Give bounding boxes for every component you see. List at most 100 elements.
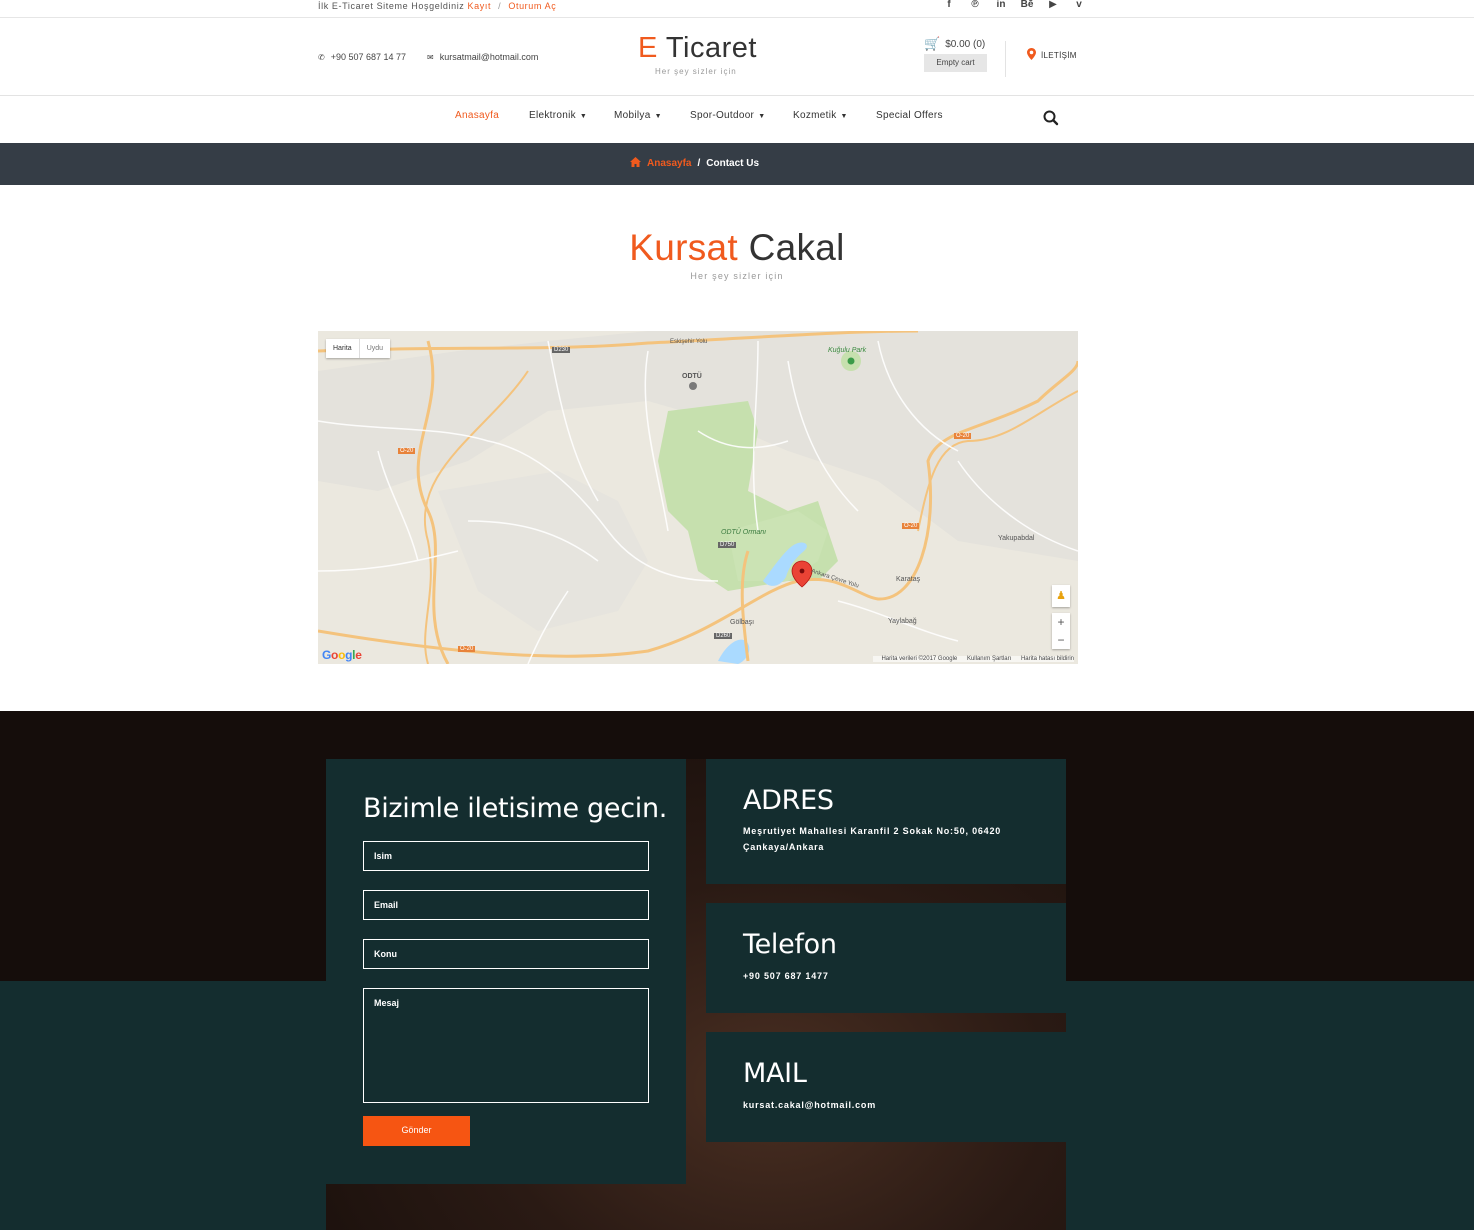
- map-label: D260: [714, 633, 733, 639]
- page-subtitle: Her şey sizler için: [690, 271, 784, 281]
- main-nav: Anasayfa Elektronik ▼ Mobilya ▼ Spor-Outdo…: [0, 96, 1474, 143]
- behance-icon[interactable]: Bē: [1014, 0, 1040, 12]
- site-header: ✆ +90 507 687 14 77 ✉ kursatmail@hotmail…: [0, 19, 1474, 96]
- page-title: Kursat Cakal: [0, 227, 1474, 269]
- nav-item-spor-outdoor-label: Spor-Outdoor: [690, 110, 755, 121]
- social-links: f ℗ in Bē ▶ v: [936, 0, 1092, 12]
- logo-brand: E Ticaret: [638, 31, 758, 65]
- nav-item-elektronik[interactable]: Elektronik ▼: [529, 110, 587, 121]
- home-icon: [630, 157, 641, 170]
- map-label: O-20: [902, 523, 920, 529]
- location-map[interactable]: Harita Uydu ODTÜ Kuğulu Park ODTÜ Ormanı…: [318, 331, 1078, 664]
- logo-tagline: Her şey sizler için: [655, 67, 737, 76]
- map-label: D230: [552, 347, 571, 353]
- chevron-down-icon: ▼: [579, 113, 588, 120]
- google-logo: Google: [322, 648, 362, 662]
- zoom-in-button[interactable]: +: [1052, 613, 1070, 631]
- map-label: Yaylabağ: [888, 618, 917, 625]
- map-label: O-20: [954, 433, 972, 439]
- subject-input[interactable]: Konu: [363, 939, 649, 969]
- facebook-icon[interactable]: f: [936, 0, 962, 12]
- map-label: Eskişehir Yolu: [670, 339, 708, 345]
- empty-cart-button[interactable]: Empty cart: [924, 54, 987, 72]
- register-link[interactable]: Kayıt: [468, 1, 492, 11]
- name-input[interactable]: Isim: [363, 841, 649, 871]
- vimeo-icon[interactable]: v: [1066, 0, 1092, 12]
- header-phone-text: +90 507 687 14 77: [330, 52, 407, 62]
- zoom-out-button[interactable]: −: [1052, 631, 1070, 649]
- nav-item-anasayfa[interactable]: Anasayfa: [455, 110, 499, 121]
- contact-section: Bizimle iletisime gecin. Isim Email Konu…: [0, 711, 1474, 1230]
- contact-link-label: İLETİŞİM: [1041, 51, 1077, 60]
- breadcrumb-bar: Anasayfa / Contact Us: [0, 143, 1474, 185]
- map-pin-icon: [1027, 48, 1036, 63]
- map-attribution: Harita verileri ©2017 Google Kullanım Şa…: [873, 656, 1074, 662]
- mail-value: kursat.cakal@hotmail.com: [743, 1100, 877, 1110]
- header-divider: [1005, 41, 1006, 77]
- page-title-first: Kursat: [629, 227, 739, 268]
- login-link[interactable]: Oturum Aç: [508, 1, 556, 11]
- header-phone: ✆ +90 507 687 14 77: [318, 52, 406, 62]
- chevron-down-icon: ▼: [840, 113, 848, 120]
- breadcrumb-home[interactable]: Anasayfa: [647, 158, 691, 169]
- nav-item-mobilya-label: Mobilya: [614, 110, 651, 121]
- map-type-satellite[interactable]: Uydu: [358, 339, 390, 358]
- site-logo[interactable]: E Ticaret Her şey sizler için: [638, 31, 758, 76]
- nav-item-kozmetik[interactable]: Kozmetik ▼: [793, 110, 848, 121]
- search-icon[interactable]: [1042, 109, 1060, 127]
- map-type-control: Harita Uydu: [326, 339, 391, 358]
- address-value: Meşrutiyet Mahallesi Karanfil 2 Sokak No…: [743, 826, 1002, 852]
- contact-form-heading: Bizimle iletisime gecin.: [363, 793, 668, 824]
- header-email: ✉ kursatmail@hotmail.com: [427, 52, 538, 62]
- address-title: ADRES: [743, 785, 834, 816]
- map-label: D750: [718, 542, 737, 548]
- map-label: O-20: [398, 448, 416, 454]
- email-input[interactable]: Email: [363, 890, 649, 920]
- address-card: ADRES Meşrutiyet Mahallesi Karanfil 2 So…: [706, 759, 1066, 884]
- map-label: ODTÜ: [682, 373, 702, 380]
- map-label: Yakupabdal: [998, 535, 1035, 542]
- nav-item-mobilya[interactable]: Mobilya ▼: [614, 110, 662, 121]
- contact-link[interactable]: İLETİŞİM: [1027, 48, 1077, 63]
- welcome-text: İlk E-Ticaret Siteme Hoşgeldiniz: [318, 1, 465, 11]
- map-data-credit: Harita verileri ©2017 Google: [881, 656, 958, 662]
- nav-item-special-offers[interactable]: Special Offers: [876, 110, 943, 121]
- pinterest-icon[interactable]: ℗: [962, 0, 988, 12]
- submit-button[interactable]: Gönder: [363, 1116, 470, 1146]
- linkedin-icon[interactable]: in: [988, 0, 1014, 12]
- street-view-icon[interactable]: ♟: [1052, 585, 1070, 607]
- map-canvas: [318, 331, 1078, 664]
- page-title-rest: Cakal: [738, 227, 845, 268]
- welcome-line: İlk E-Ticaret Siteme Hoşgeldiniz Kayıt /…: [318, 1, 556, 11]
- map-type-map[interactable]: Harita: [326, 339, 359, 358]
- map-label: Karataş: [896, 576, 921, 583]
- logo-brand-first: E: [638, 32, 658, 64]
- cart-icon: 🛒: [924, 36, 941, 51]
- zoom-control: + −: [1052, 613, 1070, 649]
- login-separator: /: [498, 1, 502, 11]
- phone-title: Telefon: [743, 929, 837, 960]
- map-label: Gölbaşı: [730, 619, 755, 626]
- youtube-icon[interactable]: ▶: [1040, 0, 1066, 12]
- mini-cart[interactable]: 🛒 $0.00 (0) Empty cart: [924, 36, 988, 72]
- map-label: ODTÜ Ormanı: [721, 529, 767, 536]
- top-bar: İlk E-Ticaret Siteme Hoşgeldiniz Kayıt /…: [0, 0, 1474, 18]
- logo-brand-rest: Ticaret: [657, 32, 757, 64]
- map-report-link[interactable]: Harita hatası bildirin: [1021, 656, 1074, 662]
- map-label: O-20: [458, 646, 476, 652]
- chevron-down-icon: ▼: [758, 113, 766, 120]
- nav-item-spor-outdoor[interactable]: Spor-Outdoor ▼: [690, 110, 765, 121]
- map-label: Kuğulu Park: [828, 347, 867, 354]
- phone-icon: ✆: [318, 52, 325, 62]
- envelope-icon: ✉: [427, 52, 434, 62]
- cart-total[interactable]: $0.00 (0): [945, 39, 985, 50]
- nav-item-kozmetik-label: Kozmetik: [793, 110, 837, 121]
- map-terms-link[interactable]: Kullanım Şartları: [967, 656, 1011, 662]
- mail-title: MAIL: [743, 1058, 807, 1089]
- breadcrumb-current: Contact Us: [706, 158, 760, 169]
- header-email-text[interactable]: kursatmail@hotmail.com: [440, 52, 539, 62]
- phone-card: Telefon +90 507 687 1477: [706, 903, 1066, 1013]
- phone-value: +90 507 687 1477: [743, 971, 829, 981]
- message-textarea[interactable]: Mesaj: [363, 988, 649, 1103]
- breadcrumb: Anasayfa / Contact Us: [630, 157, 759, 170]
